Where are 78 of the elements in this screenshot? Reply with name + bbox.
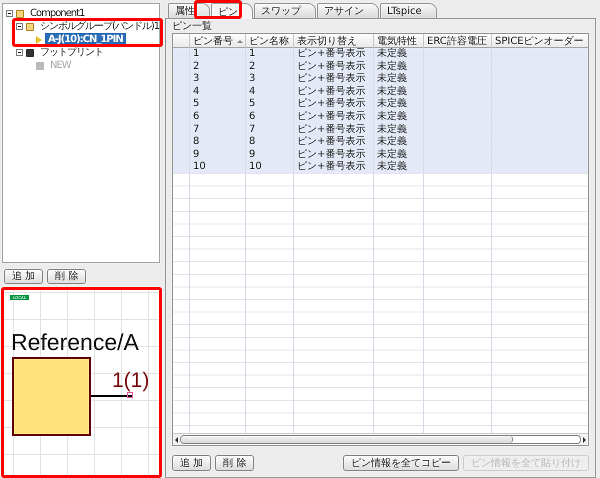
pin-line	[91, 395, 132, 397]
collapse-icon[interactable]	[6, 10, 13, 17]
table-cell: 8	[193, 136, 200, 148]
table-cell: 未定義	[377, 60, 407, 72]
table-cell: 1	[249, 48, 256, 59]
table-cell: 5	[249, 98, 256, 110]
table-cell: 10	[193, 161, 206, 172]
table-cell: ピン+番号表示	[297, 161, 366, 172]
table-cell: ピン+番号表示	[297, 148, 366, 160]
table-row[interactable]: 5 5 ピン+番号表示 未定義	[173, 98, 588, 111]
table-cell: ピン+番号表示	[297, 73, 366, 84]
table-cell: 1	[193, 48, 200, 59]
column-header[interactable]: SPICEピンオーダー	[495, 34, 584, 48]
table-row[interactable]: 2 2 ピン+番号表示 未定義	[173, 60, 588, 74]
highlight-frame	[194, 0, 242, 19]
table-cell: 未定義	[377, 98, 407, 110]
table-cell: 7	[249, 124, 256, 135]
table-cell: 未定義	[377, 136, 407, 148]
table-cell: 9	[193, 148, 200, 160]
tree-item[interactable]: Component1	[27, 7, 88, 20]
table-row[interactable]: 8 8 ピン+番号表示 未定義	[173, 136, 588, 149]
table-row[interactable]: 10 10 ピン+番号表示 未定義	[173, 161, 588, 174]
tree-item[interactable]: フットプリント	[37, 46, 106, 59]
scroll-right-icon[interactable]	[583, 436, 586, 442]
table-cell: 2	[193, 60, 200, 72]
tree-button[interactable]: 追 加	[4, 269, 44, 284]
table-cell: 2	[249, 60, 256, 72]
tab[interactable]: アサイン	[317, 3, 379, 18]
tab[interactable]: スワップ	[254, 3, 316, 18]
table-cell: 6	[193, 110, 200, 122]
reference-label: Reference/A	[11, 329, 139, 356]
table-row[interactable]: 3 3 ピン+番号表示 未定義	[173, 73, 588, 86]
group-title: ピン一覧	[172, 21, 212, 33]
table-cell: ピン+番号表示	[297, 110, 366, 122]
table-cell: 4	[249, 86, 256, 97]
table-cell: 未定義	[377, 86, 407, 97]
column-header[interactable]: 表示切り替え	[297, 34, 357, 48]
column-header[interactable]: ERC許容電圧	[427, 34, 487, 48]
table-row[interactable]: 4 4 ピン+番号表示 未定義	[173, 86, 588, 98]
table-row[interactable]: 6 6 ピン+番号表示 未定義	[173, 110, 588, 124]
table-cell: 7	[193, 124, 200, 135]
table-cell: ピン+番号表示	[297, 86, 366, 97]
column-header[interactable]: 電気特性	[377, 34, 417, 48]
table-cell: ピン+番号表示	[297, 136, 366, 148]
pin-label: 1(1)	[112, 369, 150, 393]
table-cell: 4	[193, 86, 200, 97]
table-cell: 未定義	[377, 148, 407, 160]
table-cell: 6	[249, 110, 256, 122]
action-button[interactable]: 削 除	[215, 455, 254, 471]
table-cell: 9	[249, 148, 256, 160]
table-row[interactable]: 9 9 ピン+番号表示 未定義	[173, 148, 588, 162]
square-icon	[36, 62, 44, 70]
table-cell: 未定義	[377, 124, 407, 135]
action-button[interactable]: 追 加	[172, 455, 212, 471]
table-cell: 未定義	[377, 73, 407, 84]
column-header[interactable]: ピン名称	[249, 34, 289, 48]
horizontal-scrollbar[interactable]	[173, 433, 588, 445]
column-header[interactable]: ピン番号	[193, 34, 233, 48]
table-cell: 3	[193, 73, 200, 84]
table-cell: ピン+番号表示	[297, 60, 366, 72]
table-cell: 10	[249, 161, 262, 172]
table-cell: ピン+番号表示	[297, 98, 366, 110]
table-cell: 8	[249, 136, 256, 148]
tree-button[interactable]: 削 除	[47, 269, 86, 284]
pin-marker	[127, 392, 133, 398]
table-cell: ピン+番号表示	[297, 124, 366, 135]
tree-item[interactable]: シンボルグループ(バンドル)1	[37, 20, 162, 33]
collapse-icon[interactable]	[16, 23, 23, 30]
tab[interactable]: LTspice	[380, 3, 437, 18]
square-icon	[26, 48, 34, 56]
collapse-icon[interactable]	[16, 49, 23, 56]
table-cell: ピン+番号表示	[297, 48, 366, 59]
table-cell: 3	[249, 73, 256, 84]
action-button[interactable]: ピン情報を全てコピー	[343, 455, 459, 471]
table-cell: 未定義	[377, 110, 407, 122]
table-cell: 5	[193, 98, 200, 110]
table-cell: 未定義	[377, 161, 407, 172]
table-row[interactable]: 7 7 ピン+番号表示 未定義	[173, 124, 588, 136]
